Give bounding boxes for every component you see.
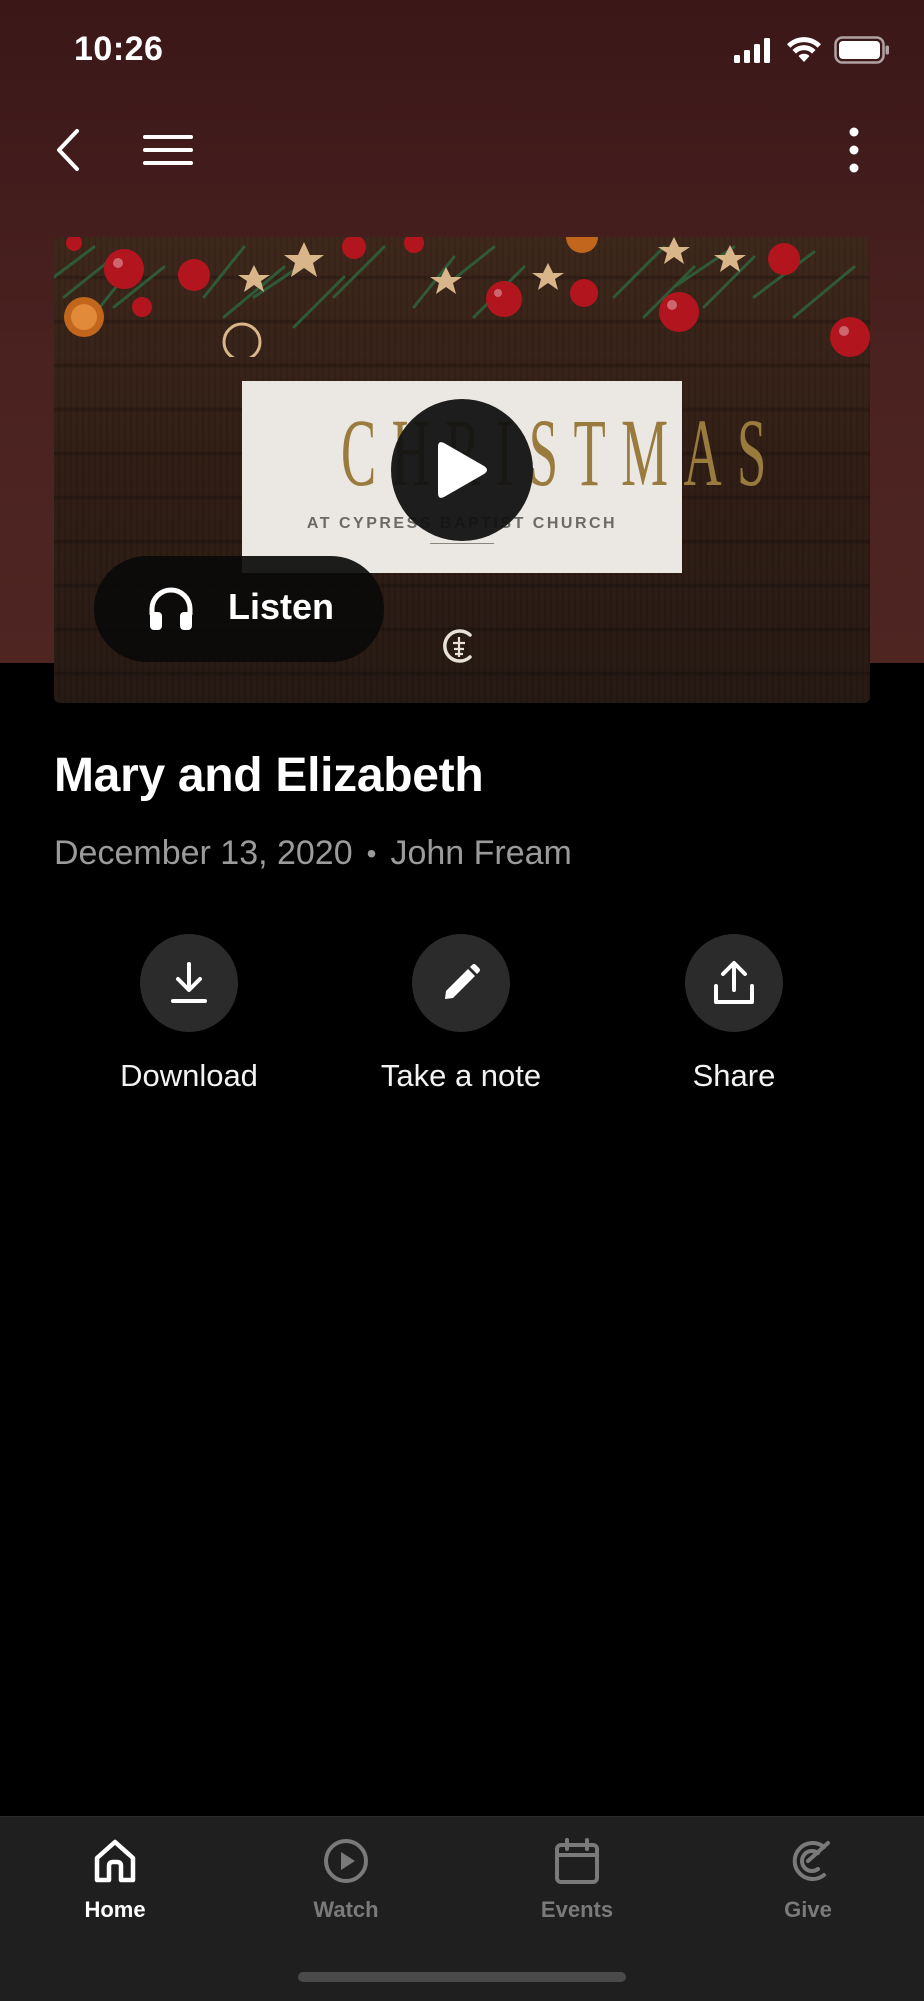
headphones-icon — [149, 587, 193, 630]
vertical-ellipsis-icon — [849, 127, 859, 173]
calendar-icon — [555, 1838, 599, 1884]
download-button[interactable]: Download — [69, 934, 309, 1094]
download-circle — [140, 934, 238, 1032]
play-button[interactable] — [391, 399, 533, 541]
card-divider — [430, 543, 494, 544]
sermon-title: Mary and Elizabeth — [54, 749, 484, 802]
sermon-meta: December 13, 2020 • John Fream — [54, 834, 572, 873]
sermon-speaker: John Fream — [390, 834, 572, 872]
home-icon-wrap — [89, 1835, 141, 1887]
share-button[interactable]: Share — [614, 934, 854, 1094]
pencil-icon — [445, 964, 480, 999]
back-button[interactable] — [28, 110, 108, 190]
tab-give-label: Give — [784, 1897, 832, 1922]
status-time: 10:26 — [74, 30, 164, 68]
take-note-label: Take a note — [380, 1058, 542, 1093]
download-icon — [171, 962, 207, 1003]
share-label: Share — [692, 1058, 776, 1093]
church-logo-icon — [443, 629, 472, 663]
hamburger-menu-icon — [143, 135, 193, 165]
chevron-left-icon — [57, 129, 79, 171]
share-icon — [714, 961, 754, 1004]
status-bar: 10:26 — [0, 0, 924, 100]
menu-button[interactable] — [128, 110, 208, 190]
home-icon — [94, 1839, 136, 1883]
play-circle-icon — [324, 1839, 368, 1883]
give-icon-wrap — [782, 1835, 834, 1887]
sermon-date: December 13, 2020 — [54, 834, 353, 872]
listen-button[interactable]: Listen — [94, 556, 384, 662]
take-note-button[interactable]: Take a note — [341, 934, 581, 1094]
calendar-icon-wrap — [551, 1835, 603, 1887]
home-indicator[interactable] — [298, 1972, 626, 1982]
take-note-circle — [412, 934, 510, 1032]
give-icon — [792, 1841, 830, 1881]
tab-watch-label: Watch — [313, 1897, 379, 1922]
tab-give[interactable]: Give — [708, 1835, 908, 1923]
cellular-signal-icon — [734, 38, 770, 63]
tab-events-label: Events — [540, 1897, 614, 1922]
tab-home-label: Home — [84, 1897, 146, 1922]
listen-label: Listen — [228, 586, 335, 627]
more-options-button[interactable] — [814, 110, 894, 190]
battery-icon — [834, 36, 889, 64]
nav-bar — [0, 110, 924, 190]
status-icons — [734, 36, 890, 64]
play-circle-icon-wrap — [320, 1835, 372, 1887]
play-icon — [438, 442, 487, 498]
action-row: Download Take a note Share — [0, 934, 924, 1094]
meta-separator: • — [366, 837, 377, 869]
share-circle — [685, 934, 783, 1032]
tab-home[interactable]: Home — [15, 1835, 215, 1923]
tab-watch[interactable]: Watch — [246, 1835, 446, 1923]
christmas-garland-decoration — [54, 237, 870, 357]
download-label: Download — [120, 1058, 258, 1093]
wifi-icon — [787, 37, 821, 62]
tab-events[interactable]: Events — [477, 1835, 677, 1923]
